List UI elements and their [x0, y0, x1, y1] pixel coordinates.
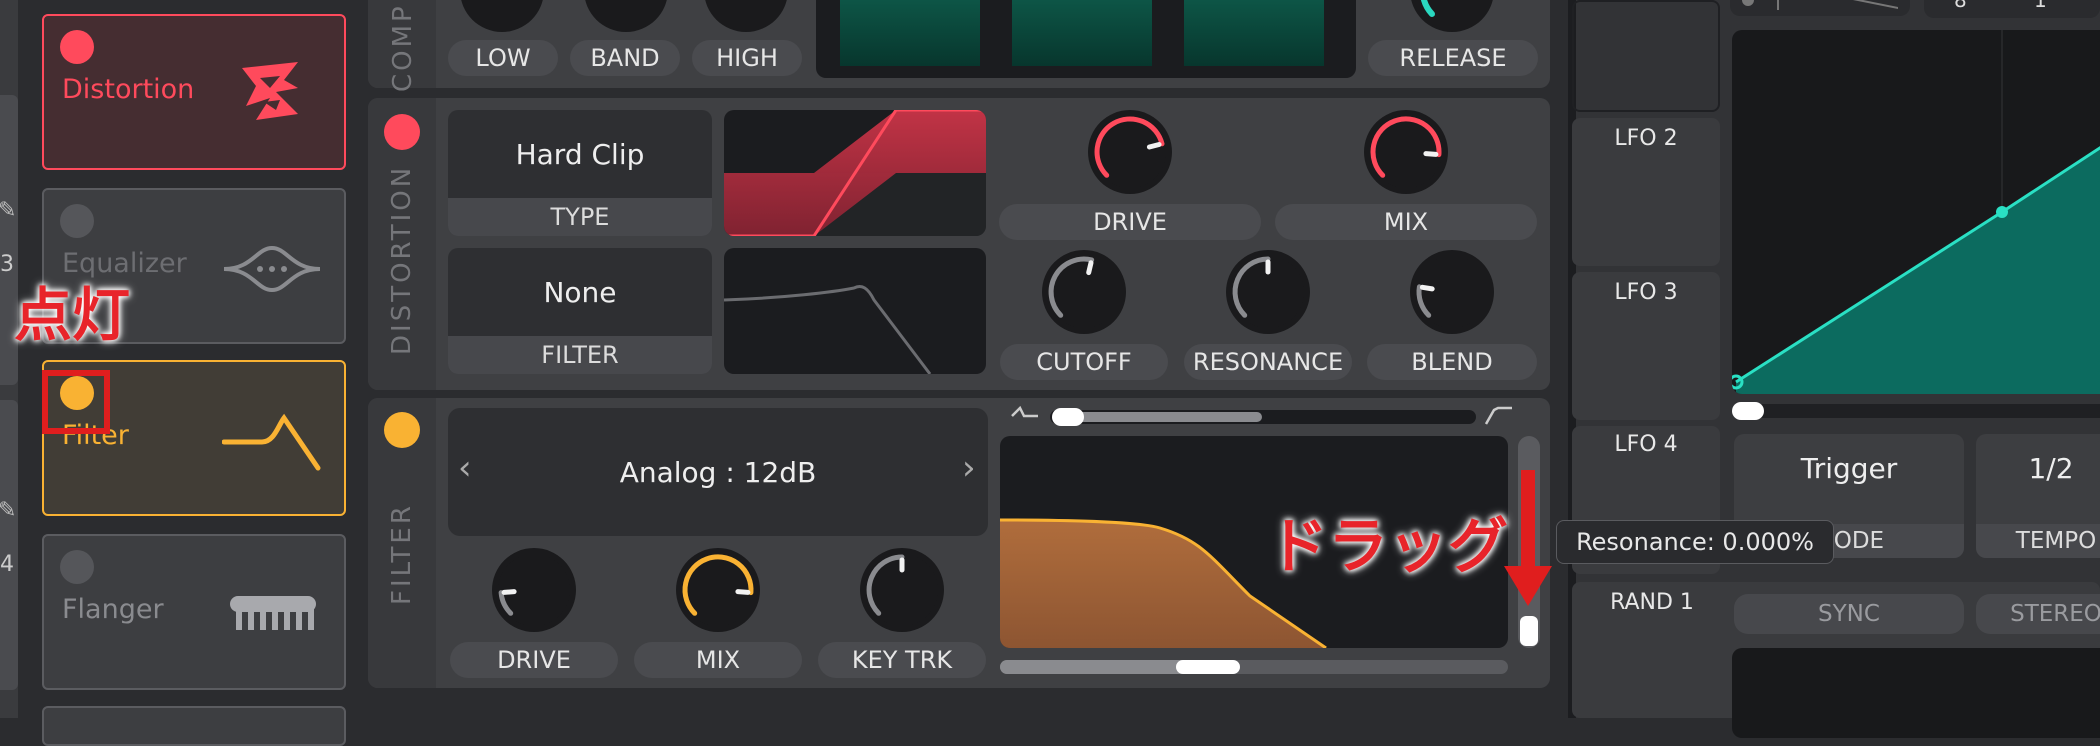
highlight-box: [42, 370, 110, 434]
highpass-icon[interactable]: [1010, 404, 1040, 426]
equalizer-icon: [223, 245, 321, 293]
left-edge-tab[interactable]: [0, 400, 18, 690]
filter-drive-label: DRIVE: [450, 642, 618, 678]
effect-slot-next[interactable]: [42, 706, 346, 746]
type-label: TYPE: [448, 198, 712, 236]
section-title: FILTER: [387, 503, 417, 605]
filter-mix-label: MIX: [634, 642, 802, 678]
lowpass-icon[interactable]: [1484, 404, 1514, 426]
band-label: BAND: [570, 40, 680, 76]
mix-knob[interactable]: [1364, 110, 1448, 194]
distortion-type-selector[interactable]: Hard Clip TYPE: [448, 110, 712, 236]
cutoff-knob[interactable]: [1042, 250, 1126, 334]
filter-mix-knob[interactable]: [676, 548, 760, 632]
prev-model-button[interactable]: ‹: [458, 448, 472, 488]
filter-key-trk-label: KEY TRK: [818, 642, 986, 678]
filter-power-toggle[interactable]: [384, 412, 420, 448]
blend-label: BLEND: [1367, 344, 1537, 380]
left-digit: 3: [0, 252, 14, 277]
distortion-filter-selector[interactable]: None FILTER: [448, 248, 712, 374]
lfo-2-tab[interactable]: LFO 2: [1572, 126, 1720, 151]
distortion-curve-display: [724, 110, 986, 236]
slider-handle[interactable]: [1732, 402, 1764, 420]
stereo-button[interactable]: STEREO: [1976, 594, 2100, 634]
slider-handle[interactable]: [1052, 408, 1084, 426]
filter-blend-slider[interactable]: [1050, 408, 1476, 426]
power-toggle[interactable]: [60, 30, 94, 64]
filter-drive-knob[interactable]: [492, 548, 576, 632]
blend-knob[interactable]: [1410, 250, 1494, 334]
filter-model-selector[interactable]: ‹ Analog : 12dB ›: [448, 408, 988, 536]
drive-label: DRIVE: [999, 204, 1261, 240]
lfo-frequency-display[interactable]: [1924, 0, 2100, 18]
distortion-power-toggle[interactable]: [384, 114, 420, 150]
edit-pencil-icon[interactable]: ✎: [0, 498, 16, 523]
filter-curve-icon: [222, 413, 321, 471]
filter-cutoff-slider[interactable]: [1000, 660, 1508, 674]
annotation-drag: ドラッグ: [1268, 512, 1508, 582]
trigger-value: Trigger: [1800, 452, 1898, 485]
power-toggle[interactable]: [60, 550, 94, 584]
filter-key-trk-knob[interactable]: [860, 548, 944, 632]
type-value: Hard Clip: [515, 137, 645, 171]
filter-model-value: Analog : 12dB: [619, 455, 817, 489]
drag-arrow-shaft: [1521, 470, 1535, 574]
edit-pencil-icon[interactable]: ✎: [0, 198, 16, 223]
power-toggle[interactable]: [60, 204, 94, 238]
section-title: COMP: [388, 3, 418, 92]
lfo-4-tab[interactable]: LFO 4: [1572, 432, 1720, 457]
flanger-comb-icon: [230, 596, 316, 630]
lfo-top-controls[interactable]: [1730, 0, 1910, 16]
tempo-value: 1/2: [2028, 452, 2074, 485]
sync-button[interactable]: SYNC: [1734, 594, 1964, 634]
release-label: RELEASE: [1368, 40, 1538, 76]
high-label: HIGH: [692, 40, 802, 76]
slider-handle[interactable]: [1176, 660, 1240, 674]
lfo-tab-frame: [1572, 0, 1720, 112]
slider-fill: [1060, 412, 1262, 422]
resonance-knob[interactable]: [1226, 250, 1310, 334]
resonance-label: RESONANCE: [1184, 344, 1352, 380]
random-display[interactable]: [1732, 648, 2100, 738]
tempo-label: TEMPO: [1976, 524, 2100, 558]
lfo-frequency-value: 8: [1954, 0, 1967, 12]
low-label: LOW: [448, 40, 558, 76]
effect-slot-flanger[interactable]: Flanger: [42, 534, 346, 690]
lfo-3-tab[interactable]: LFO 3: [1572, 280, 1720, 305]
resonance-tooltip: Resonance: 0.000%: [1556, 520, 1834, 564]
cutoff-label: CUTOFF: [1000, 344, 1168, 380]
left-digit: 4: [0, 552, 14, 577]
drive-knob[interactable]: [1088, 110, 1172, 194]
slider-handle[interactable]: [1520, 616, 1538, 646]
drag-arrow-head: [1504, 566, 1552, 606]
rand-1-tab[interactable]: RAND 1: [1572, 590, 1732, 615]
lfo-frequency-value: 1: [2034, 0, 2047, 12]
annotation-light-on: 点灯: [14, 281, 131, 349]
effect-name: Distortion: [62, 74, 195, 105]
next-model-button[interactable]: ›: [962, 448, 976, 488]
mix-label: MIX: [1275, 204, 1537, 240]
lfo-phase-slider[interactable]: [1732, 402, 2100, 420]
distortion-icon: [242, 62, 298, 120]
distortion-filter-curve-display: [724, 248, 986, 374]
release-knob[interactable]: [1410, 0, 1494, 32]
tempo-selector[interactable]: 1/2 TEMPO: [1976, 434, 2100, 558]
effect-slot-distortion[interactable]: Distortion: [42, 14, 346, 170]
section-title: DISTORTION: [387, 164, 417, 355]
filter-label: FILTER: [448, 336, 712, 374]
filter-value: None: [543, 275, 617, 309]
compressor-band-display: [816, 0, 1356, 78]
effect-name: Flanger: [62, 594, 164, 625]
smooth-curve-icon[interactable]: [1738, 0, 1898, 12]
lfo-shape-display[interactable]: [1732, 30, 2100, 394]
